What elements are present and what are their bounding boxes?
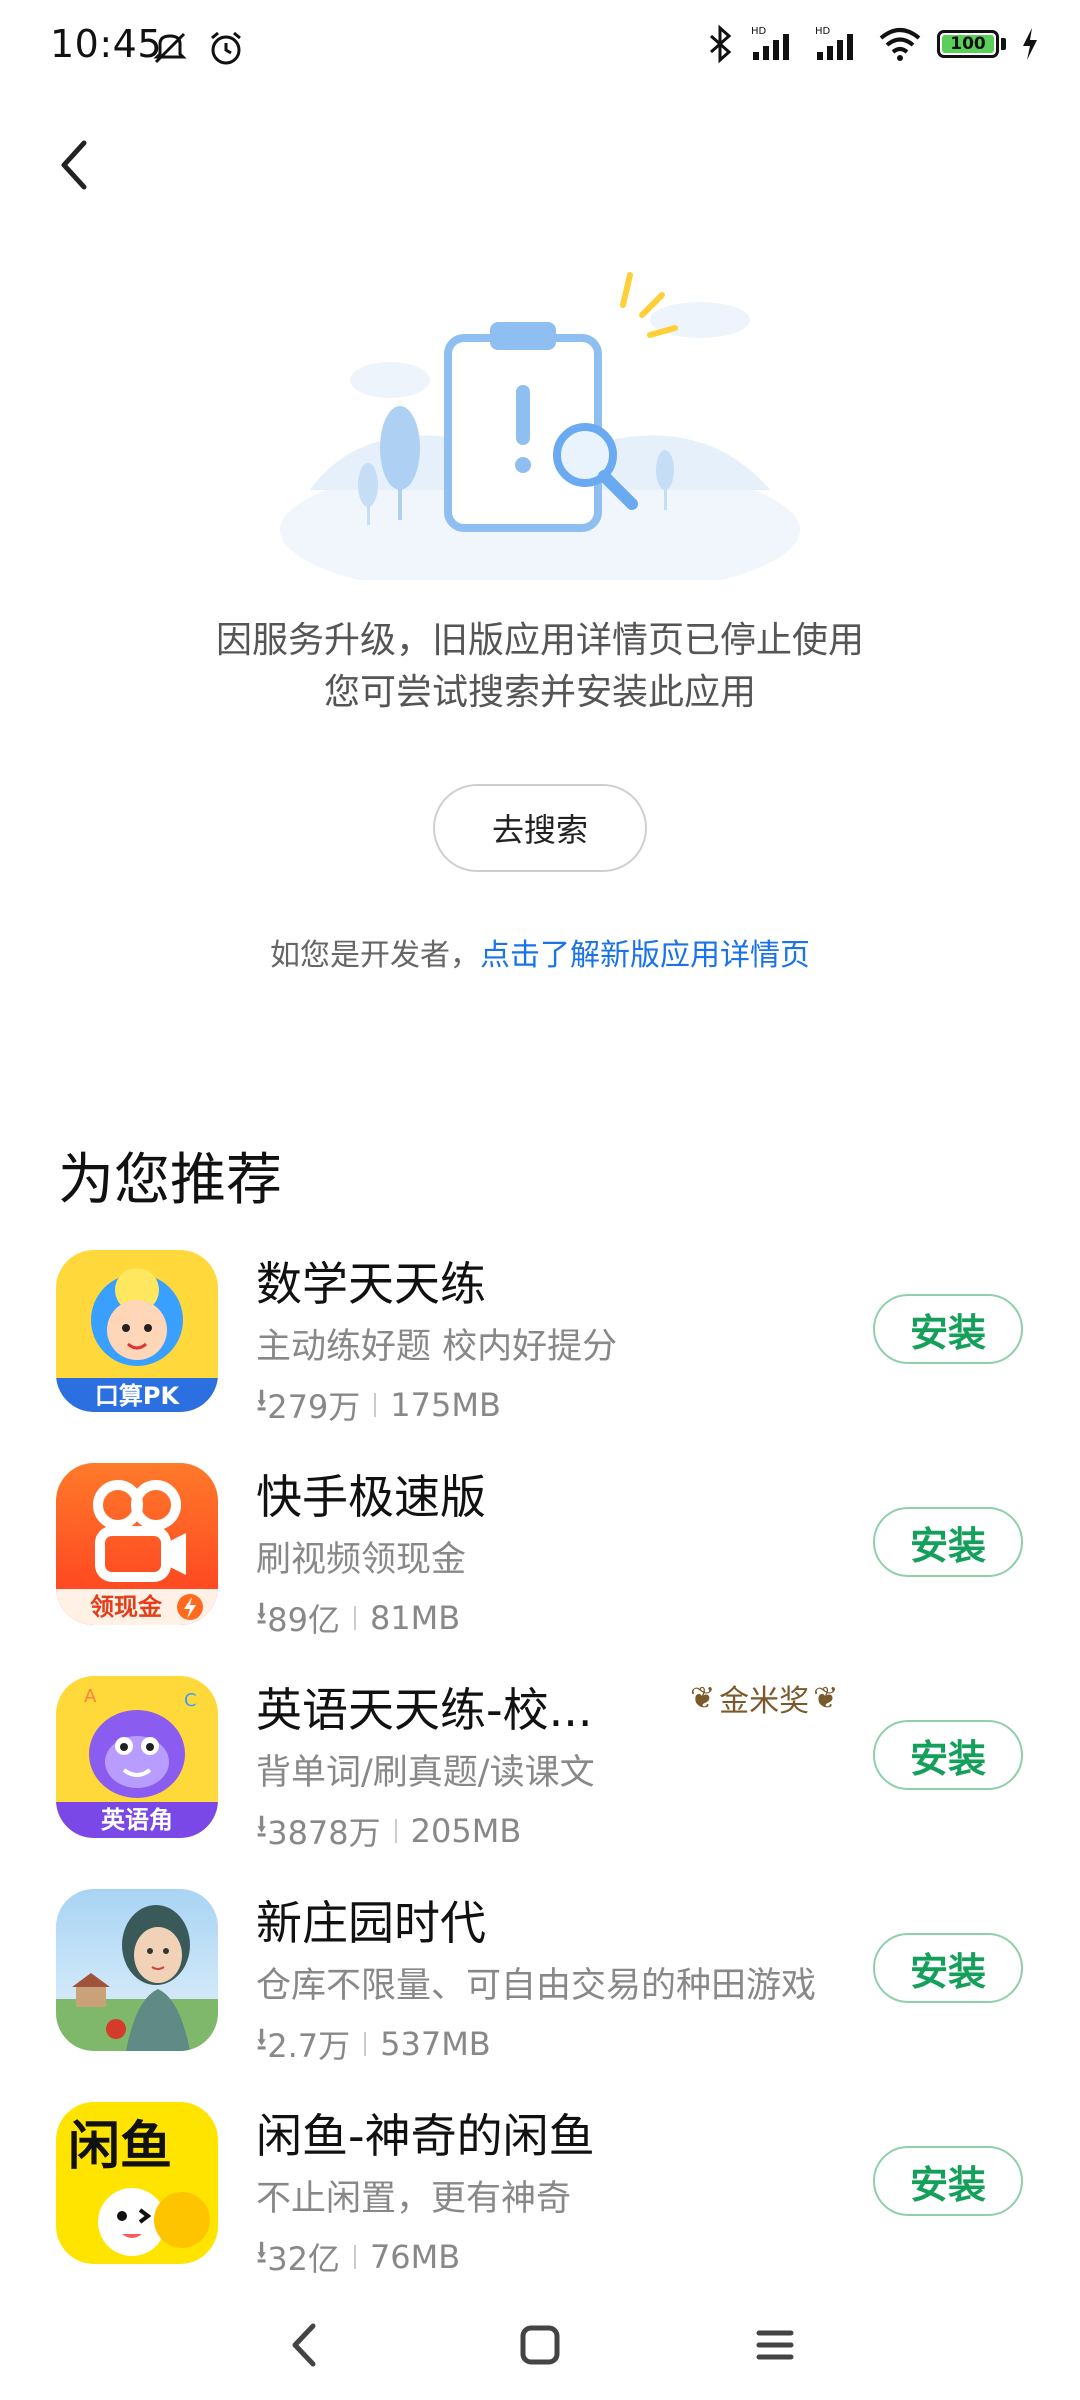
wifi-icon xyxy=(879,28,921,61)
app-name: 快手极速版 xyxy=(256,1470,486,1524)
app-icon-farm xyxy=(56,1889,218,2051)
app-icon-kuaishou: 领现金 xyxy=(56,1463,218,1625)
app-name: 闲鱼-神奇的闲鱼 xyxy=(256,2109,595,2163)
nav-back-button[interactable] xyxy=(270,2310,340,2380)
download-icon: ⭳ xyxy=(256,2233,268,2271)
list-item[interactable]: A C 英语角 英语天天练-校... ❦ 金米奖 ❦ 背单词/刷真题/读课文 ⭳… xyxy=(0,1666,1080,1866)
nav-back-icon xyxy=(292,2323,316,2367)
app-downloads: 89亿 xyxy=(267,1601,340,1639)
icon-text-xianyu: 闲鱼 xyxy=(68,2117,172,2177)
svg-text:A: A xyxy=(84,1686,97,1707)
award-label: 金米奖 xyxy=(719,1684,810,1719)
download-icon: ⭳ xyxy=(256,2020,268,2058)
app-size: 175MB xyxy=(390,1386,501,1424)
app-meta: ⭳ 3878万 205MB xyxy=(256,1804,521,1858)
award-badge: ❦ 金米奖 ❦ xyxy=(690,1676,838,1720)
status-bar: 10:45 HD HD 100 xyxy=(0,0,1080,100)
install-button[interactable]: 安装 xyxy=(873,2146,1023,2216)
mute-icon xyxy=(153,32,187,64)
install-button[interactable]: 安装 xyxy=(873,1720,1023,1790)
app-downloads: 32亿 xyxy=(267,2240,340,2278)
nav-home-icon xyxy=(520,2325,560,2365)
app-downloads: 2.7万 xyxy=(267,2027,351,2065)
app-downloads: 279万 xyxy=(267,1388,361,1426)
app-icon-english: A C 英语角 xyxy=(56,1676,218,1838)
app-name: 新庄园时代 xyxy=(256,1896,486,1950)
app-meta: ⭳ 32亿 76MB xyxy=(256,2230,460,2284)
laurel-icon: ❦ xyxy=(690,1680,716,1716)
back-button[interactable] xyxy=(44,130,104,200)
app-meta: ⭳ 89亿 81MB xyxy=(256,1591,460,1645)
list-item[interactable]: 闲鱼 闲鱼-神奇的闲鱼 不止闲置，更有神奇 ⭳ 32亿 76MB 安装 xyxy=(0,2092,1080,2292)
developer-link[interactable]: 点击了解新版应用详情页 xyxy=(480,938,810,973)
list-item[interactable]: 口算PK 数学天天练 主动练好题 校内好提分 ⭳ 279万 175MB 安装 xyxy=(0,1240,1080,1440)
app-size: 81MB xyxy=(369,1599,461,1637)
icon-text-math: 口算PK xyxy=(95,1382,181,1410)
charging-icon xyxy=(1023,28,1037,60)
recommend-title: 为您推荐 xyxy=(58,1148,282,1213)
system-nav-bar xyxy=(0,2290,1080,2400)
app-desc: 仓库不限量、可自由交易的种田游戏 xyxy=(256,1966,817,2006)
app-desc: 主动练好题 校内好提分 xyxy=(256,1327,618,1367)
app-size: 76MB xyxy=(369,2238,461,2276)
install-button[interactable]: 安装 xyxy=(873,1294,1023,1364)
notice-message: 因服务升级，旧版应用详情页已停止使用 您可尝试搜索并安装此应用 xyxy=(0,615,1080,719)
signal-hd-icon: HD xyxy=(751,26,789,60)
notice-line-1: 因服务升级，旧版应用详情页已停止使用 xyxy=(215,620,864,661)
alarm-icon xyxy=(211,31,241,65)
icon-text-english: 英语角 xyxy=(101,1806,173,1834)
app-desc: 不止闲置，更有神奇 xyxy=(256,2179,572,2219)
app-downloads: 3878万 xyxy=(267,1814,381,1852)
status-time: 10:45 xyxy=(50,22,163,66)
list-item[interactable]: 新庄园时代 仓库不限量、可自由交易的种田游戏 ⭳ 2.7万 537MB 安装 xyxy=(0,1879,1080,2079)
menu-icon xyxy=(756,2330,794,2360)
laurel-icon: ❦ xyxy=(813,1680,839,1716)
svg-text:HD: HD xyxy=(815,26,831,37)
install-button[interactable]: 安装 xyxy=(873,1933,1023,2003)
app-icon-xianyu: 闲鱼 xyxy=(56,2102,218,2264)
download-icon: ⭳ xyxy=(256,1594,268,1632)
app-desc: 背单词/刷真题/读课文 xyxy=(256,1753,595,1793)
notice-line-2: 您可尝试搜索并安装此应用 xyxy=(323,672,756,713)
search-button[interactable]: 去搜索 xyxy=(433,784,647,872)
app-size: 205MB xyxy=(410,1812,522,1850)
list-item[interactable]: 领现金 快手极速版 刷视频领现金 ⭳ 89亿 81MB 安装 xyxy=(0,1453,1080,1653)
developer-line: 如您是开发者，点击了解新版应用详情页 xyxy=(0,930,1080,974)
bluetooth-icon xyxy=(710,24,732,64)
app-icon-math: 口算PK xyxy=(56,1250,218,1412)
install-button[interactable]: 安装 xyxy=(873,1507,1023,1577)
nav-home-button[interactable] xyxy=(505,2310,575,2380)
app-desc: 刷视频领现金 xyxy=(256,1540,467,1580)
svg-text:HD: HD xyxy=(751,26,767,37)
svg-text:C: C xyxy=(184,1690,197,1711)
download-icon: ⭳ xyxy=(256,1807,268,1845)
chevron-left-icon xyxy=(61,140,87,190)
empty-state-illustration xyxy=(280,272,800,580)
app-size: 537MB xyxy=(380,2025,491,2063)
app-meta: ⭳ 279万 175MB xyxy=(256,1378,501,1432)
developer-prefix: 如您是开发者， xyxy=(270,938,480,973)
icon-text-kuaishou: 领现金 xyxy=(90,1593,163,1621)
signal-hd-icon: HD xyxy=(815,26,853,60)
app-meta: ⭳ 2.7万 537MB xyxy=(256,2017,491,2071)
download-icon: ⭳ xyxy=(256,1381,268,1419)
nav-menu-button[interactable] xyxy=(740,2310,810,2380)
battery-icon: 100 xyxy=(937,30,999,58)
app-name: 数学天天练 xyxy=(256,1257,486,1311)
app-name: 英语天天练-校... xyxy=(256,1683,593,1737)
